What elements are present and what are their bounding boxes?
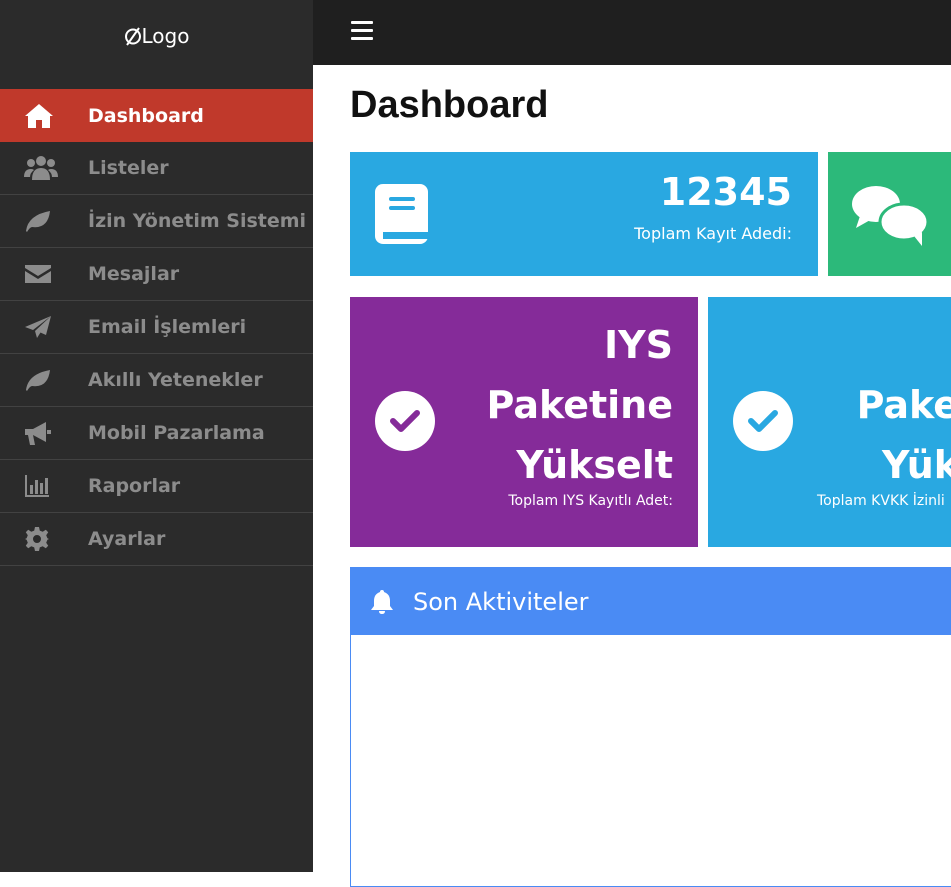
total-records-label: Toplam Kayıt Adedi: (634, 224, 792, 243)
total-records-value: 12345 (659, 170, 792, 214)
iys-count-label: Toplam IYS Kayıtlı Adet: (508, 493, 673, 509)
users-icon (0, 155, 88, 181)
sidebar-item-akilli-yetenekler[interactable]: Akıllı Yetenekler (0, 354, 313, 407)
sidebar-item-izin-yonetim[interactable]: İzin Yönetim Sistemi (0, 195, 313, 248)
book-icon (375, 184, 428, 244)
page-title: Dashboard (350, 84, 549, 126)
sidebar-item-label: Akıllı Yetenekler (88, 369, 263, 391)
recent-activity-panel: Son Aktiviteler (350, 567, 951, 887)
total-records-card[interactable]: 12345 Toplam Kayıt Adedi: (350, 152, 818, 276)
sidebar-item-raporlar[interactable]: Raporlar (0, 460, 313, 513)
home-icon (0, 103, 88, 129)
sidebar-item-mobil-pazarlama[interactable]: Mobil Pazarlama (0, 407, 313, 460)
top-bar (313, 0, 951, 65)
bell-icon (351, 589, 413, 615)
bar-chart-icon (0, 474, 88, 498)
recent-activity-title: Son Aktiviteler (413, 587, 589, 616)
sidebar-item-listeler[interactable]: Listeler (0, 142, 313, 195)
logo-mark-icon (124, 27, 141, 46)
kvkk-upgrade-card[interactable]: Pake Yük Toplam KVKK İzinli (708, 297, 951, 547)
sidebar-item-mesajlar[interactable]: Mesajlar (0, 248, 313, 301)
gear-icon (0, 526, 88, 552)
leaf-icon (0, 209, 88, 233)
sidebar-item-email-islemleri[interactable]: Email İşlemleri (0, 301, 313, 354)
messages-card[interactable] (828, 152, 951, 276)
kvkk-upgrade-line: Yük (882, 443, 951, 487)
hamburger-menu-icon[interactable] (351, 21, 373, 41)
check-circle-icon (733, 391, 793, 451)
recent-activity-header: Son Aktiviteler (351, 568, 951, 635)
kvkk-count-label: Toplam KVKK İzinli (817, 493, 945, 509)
kvkk-upgrade-line: Pake (856, 383, 951, 427)
paper-plane-icon (0, 315, 88, 339)
brand-logo[interactable]: Logo (0, 0, 313, 72)
iys-upgrade-line: Yükselt (516, 443, 673, 487)
iys-upgrade-title: IYS Paketine Yükselt (486, 315, 673, 495)
sidebar-item-label: Dashboard (88, 104, 204, 127)
sidebar-item-dashboard[interactable]: Dashboard (0, 89, 313, 142)
iys-upgrade-card[interactable]: IYS Paketine Yükselt Toplam IYS Kayıtlı … (350, 297, 698, 547)
sidebar: Logo Dashboard Listeler İzin Yönetim Sis… (0, 0, 313, 872)
envelope-icon (0, 263, 88, 285)
sidebar-item-label: Raporlar (88, 475, 181, 497)
comments-icon (852, 186, 930, 246)
sidebar-item-label: Listeler (88, 157, 169, 179)
sidebar-item-ayarlar[interactable]: Ayarlar (0, 513, 313, 566)
check-circle-icon (375, 391, 435, 451)
iys-upgrade-line: IYS (603, 323, 673, 367)
sidebar-item-label: Mesajlar (88, 263, 180, 285)
sidebar-item-label: İzin Yönetim Sistemi (88, 210, 307, 232)
sidebar-item-label: Email İşlemleri (88, 316, 247, 338)
sidebar-item-label: Ayarlar (88, 528, 166, 550)
logo-text: Logo (141, 24, 190, 48)
sidebar-item-label: Mobil Pazarlama (88, 422, 265, 444)
kvkk-upgrade-title: Pake Yük (854, 375, 951, 495)
iys-upgrade-line: Paketine (486, 383, 673, 427)
bullhorn-icon (0, 420, 88, 446)
leaf-icon (0, 368, 88, 392)
